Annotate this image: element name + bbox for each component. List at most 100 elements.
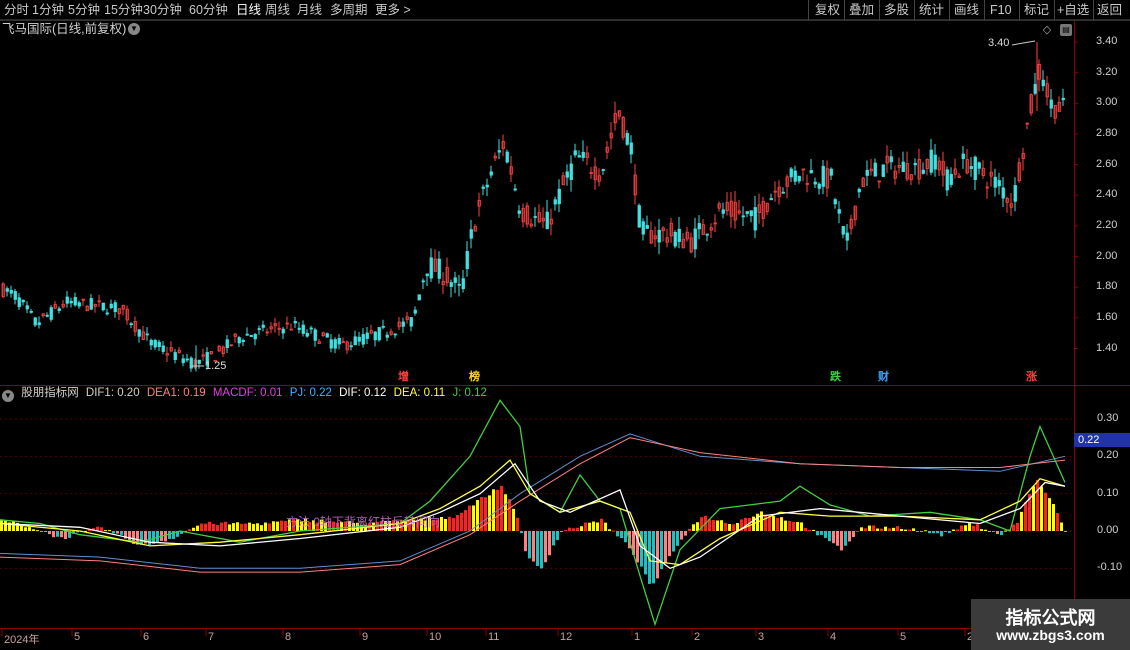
indicator-value-macdf: MACDF: 0.01 (212, 387, 283, 399)
candle-body (933, 154, 937, 170)
candle-body (485, 184, 489, 188)
histogram-bar (600, 518, 603, 531)
histogram-bar (916, 531, 919, 532)
histogram-bar (868, 525, 871, 531)
histogram-bar (1012, 524, 1015, 531)
histogram-bar (824, 531, 827, 538)
histogram-bar (1036, 479, 1039, 531)
histogram-bar (896, 526, 899, 531)
indicator-tick-label: 0.10 (1097, 486, 1119, 499)
candle-body (181, 358, 185, 364)
candle-body (829, 168, 833, 176)
candle-body (973, 156, 977, 180)
histogram-bar (928, 531, 931, 534)
indicator-tick-label: 0.00 (1097, 524, 1119, 536)
candle-body (73, 297, 77, 306)
candle-body (673, 231, 677, 247)
indicator-value-j: J: 0.12 (452, 387, 487, 399)
event-marker-finance[interactable]: 财 (877, 371, 890, 384)
histogram-bar (484, 497, 487, 531)
indicator-menu-icon[interactable]: ▼ (2, 390, 14, 402)
histogram-bar (272, 521, 275, 531)
candle-body (693, 228, 697, 250)
panel-toggle-icon[interactable]: ▤ (1060, 24, 1072, 36)
price-tick-label: 2.20 (1096, 218, 1118, 231)
candle-body (645, 224, 649, 229)
indicator-name[interactable]: 股朋指标网 (21, 387, 79, 399)
histogram-bar (724, 522, 727, 531)
indicator-tick-label: 0.20 (1097, 449, 1119, 462)
candle-body (45, 314, 49, 317)
candle-body (417, 294, 421, 301)
candle-body (157, 341, 161, 348)
price-tick-label: 1.60 (1096, 310, 1118, 323)
histogram-bar (192, 527, 195, 531)
date-label: 5 (74, 631, 81, 643)
chart-area[interactable] (0, 0, 1130, 650)
candle-body (1061, 97, 1065, 101)
diamond-icon[interactable]: ◇ (1041, 24, 1053, 36)
histogram-bar (492, 489, 495, 531)
date-label: 10 (429, 631, 442, 643)
histogram-bar (936, 531, 939, 534)
histogram-bar (796, 522, 799, 531)
histogram-bar (1004, 530, 1007, 532)
candle-body (813, 181, 817, 185)
histogram-bar (852, 531, 855, 538)
histogram-bar (592, 521, 595, 531)
histogram-bar (816, 531, 819, 536)
candle-body (37, 322, 41, 326)
histogram-bar (888, 528, 891, 531)
histogram-bar (536, 531, 539, 566)
histogram-bar (960, 525, 963, 531)
low-price-annotation: 1.25 (205, 360, 227, 372)
indicator-value-dea1: DEA1: 0.19 (146, 387, 206, 399)
candle-body (601, 169, 605, 171)
histogram-bar (972, 525, 975, 531)
candle-body (481, 186, 485, 189)
candle-body (749, 210, 753, 217)
histogram-bar (120, 531, 123, 535)
candle-body (9, 289, 13, 294)
event-marker-fall[interactable]: 跌 (829, 371, 842, 384)
histogram-bar (524, 531, 527, 552)
histogram-bar (612, 530, 615, 532)
histogram-bar (12, 521, 15, 531)
candle-body (677, 228, 681, 242)
histogram-bar (1016, 522, 1019, 531)
histogram-bar (444, 519, 447, 531)
chevron-down-icon[interactable]: ▼ (128, 23, 140, 35)
candle-body (333, 339, 337, 349)
histogram-bar (776, 517, 779, 531)
histogram-bar (468, 505, 471, 531)
histogram-bar (900, 529, 903, 531)
price-tick-label: 1.40 (1096, 341, 1118, 354)
histogram-bar (1064, 531, 1067, 532)
candle-body (437, 258, 441, 279)
histogram-bar (32, 529, 35, 531)
candle-body (945, 169, 949, 191)
histogram-bar (948, 531, 951, 533)
event-marker-rank[interactable]: 榜 (468, 371, 481, 384)
chart-canvas[interactable] (0, 0, 1130, 650)
histogram-bar (672, 531, 675, 552)
histogram-bar (784, 520, 787, 531)
candle-body (745, 211, 749, 214)
candle-body (65, 296, 69, 304)
candle-body (449, 282, 453, 287)
candle-body (817, 183, 821, 189)
histogram-bar (744, 517, 747, 531)
event-marker-increase[interactable]: 增 (397, 371, 410, 384)
candle-body (913, 163, 917, 166)
candle-body (361, 334, 365, 345)
candle-body (313, 329, 317, 341)
histogram-bar (564, 529, 567, 531)
candle-body (129, 323, 133, 326)
event-marker-rise[interactable]: 涨 (1025, 371, 1038, 384)
candle-body (49, 307, 53, 320)
watermark-url: www.zbgs3.com (996, 627, 1105, 643)
candle-body (929, 149, 933, 173)
histogram-bar (100, 527, 103, 531)
candle-body (705, 233, 709, 236)
histogram-bar (860, 527, 863, 531)
